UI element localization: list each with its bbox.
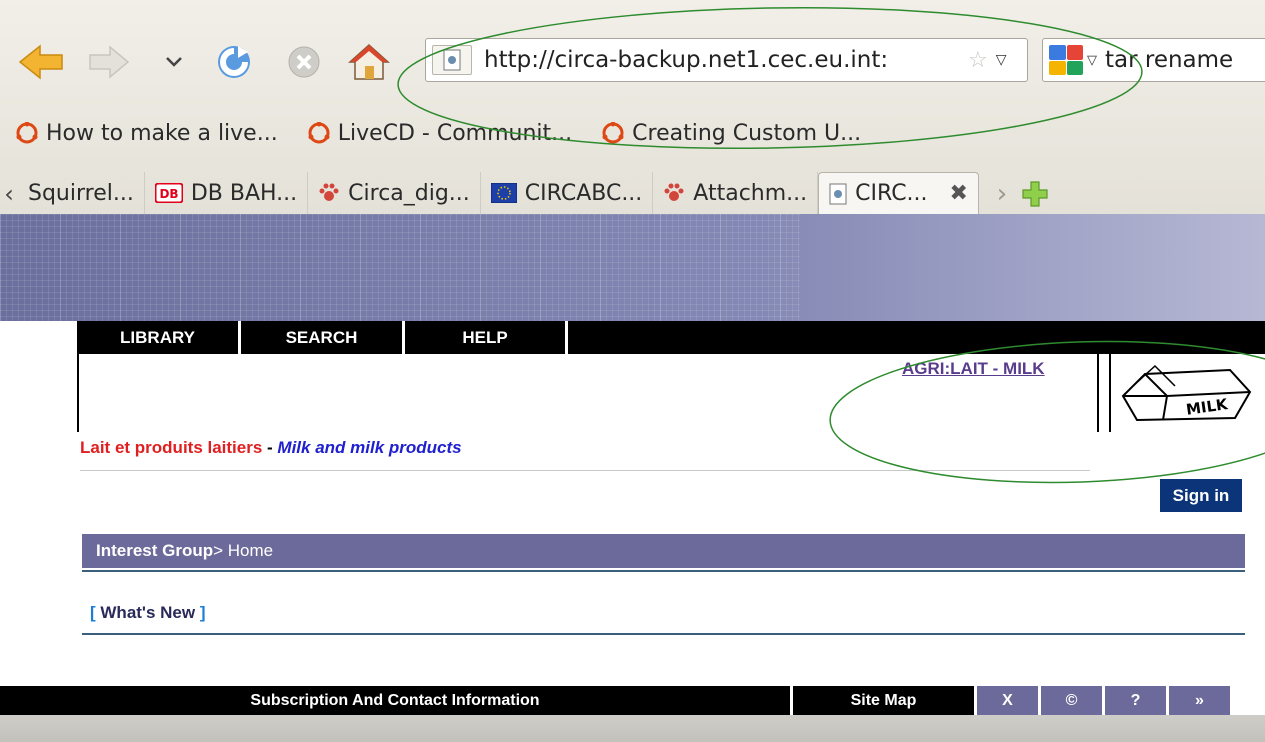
ubuntu-icon [308, 122, 330, 144]
eu-flag-icon [490, 183, 517, 203]
stop-icon [288, 46, 320, 78]
page-icon [443, 49, 461, 71]
bracket-open: [ [90, 603, 101, 622]
google-engine-icon[interactable] [1049, 45, 1083, 75]
logo-box: MILK [1097, 354, 1265, 432]
title-english: Milk and milk products [277, 438, 462, 457]
help-button[interactable]: ? [1105, 686, 1169, 715]
site-map-link[interactable]: Site Map [793, 686, 977, 715]
bookmark-item[interactable]: How to make a live... [16, 121, 278, 146]
divider [80, 470, 1090, 471]
chevron-left-icon[interactable]: ‹ [0, 174, 18, 214]
bookmark-star-icon[interactable]: ☆ [968, 48, 988, 73]
chevron-right-icon[interactable]: › [987, 174, 1017, 214]
sign-in-button[interactable]: Sign in [1160, 479, 1242, 512]
ubuntu-icon [602, 122, 624, 144]
banner-grid-lines [0, 214, 800, 321]
address-bar[interactable]: http://circa-backup.net1.cec.eu.int: ☆ ▽ [425, 38, 1028, 82]
engine-dropdown-icon[interactable]: ▽ [1087, 53, 1097, 68]
tab[interactable]: Attachm... [653, 172, 819, 214]
group-title: Lait et produits laitiers - Milk and mil… [80, 438, 462, 458]
tab-label: CIRC... [855, 181, 928, 206]
chevron-down-icon [166, 57, 182, 67]
tab-label: Squirrel... [28, 180, 134, 206]
logo-divider [1109, 354, 1111, 432]
paw-icon [318, 182, 340, 204]
plus-icon [1022, 181, 1048, 207]
divider [82, 633, 1245, 635]
tab-strip: ‹ Squirrel... DB DB BAH... Circa_dig... [0, 166, 1265, 214]
stop-button[interactable] [284, 42, 324, 82]
db-icon: DB [154, 183, 183, 203]
site-menu-bar: LIBRARY SEARCH HELP [77, 321, 1265, 354]
search-bar[interactable]: ▽ tar rename [1042, 38, 1265, 82]
back-button[interactable] [16, 42, 68, 82]
reload-button[interactable] [212, 42, 256, 82]
forward-button[interactable] [86, 42, 132, 82]
bookmarks-toolbar: How to make a live... LiveCD - Communit.… [0, 108, 1265, 158]
whats-new-link[interactable]: [ What's New ] [90, 603, 206, 623]
screenshot-root: http://circa-backup.net1.cec.eu.int: ☆ ▽… [0, 0, 1265, 742]
title-french: Lait et produits laitiers [80, 438, 263, 457]
new-tab-button[interactable] [1017, 174, 1053, 214]
title-separator: - [262, 438, 278, 457]
url-dropdown-icon[interactable]: ▽ [996, 52, 1007, 68]
ubuntu-icon [16, 122, 38, 144]
breadcrumb-home: > Home [213, 541, 274, 560]
close-footer-button[interactable]: X [977, 686, 1041, 715]
tab-label: CIRCABC... [524, 180, 643, 206]
browser-chrome: http://circa-backup.net1.cec.eu.int: ☆ ▽… [0, 0, 1265, 214]
menu-library[interactable]: LIBRARY [77, 321, 241, 354]
bookmark-item[interactable]: Creating Custom U... [602, 121, 861, 146]
close-icon[interactable]: ✖ [950, 181, 968, 206]
bookmark-label: Creating Custom U... [632, 120, 862, 146]
subscription-contact-link[interactable]: Subscription And Contact Information [0, 686, 793, 715]
bookmark-label: How to make a live... [46, 120, 278, 146]
milk-carton-logo: MILK [1121, 364, 1252, 422]
tab-active[interactable]: CIRC... ✖ [818, 172, 979, 214]
breadcrumb: Interest Group > Home [82, 534, 1245, 568]
divider [82, 570, 1245, 572]
forward-arrow-icon [89, 45, 130, 79]
tab[interactable]: Circa_dig... [308, 172, 481, 214]
tab[interactable]: DB DB BAH... [145, 172, 309, 214]
copyright-button[interactable]: © [1041, 686, 1105, 715]
svg-text:DB: DB [159, 187, 178, 201]
bookmark-item[interactable]: LiveCD - Communit... [308, 121, 572, 146]
navigation-toolbar: http://circa-backup.net1.cec.eu.int: ☆ ▽… [0, 30, 1265, 94]
footer-bar: Subscription And Contact Information Sit… [0, 686, 1265, 715]
home-icon [348, 43, 390, 80]
back-arrow-icon [18, 44, 63, 80]
tab-label: DB BAH... [190, 180, 298, 206]
site-identity-button[interactable] [432, 45, 472, 75]
page-icon [829, 183, 847, 205]
status-bar [0, 715, 1265, 742]
menu-search[interactable]: SEARCH [241, 321, 405, 354]
bookmark-label: LiveCD - Communit... [337, 120, 573, 146]
paw-icon [663, 182, 685, 204]
history-dropdown-button[interactable] [160, 42, 188, 82]
whats-new-label: What's New [100, 603, 196, 622]
home-button[interactable] [346, 42, 392, 82]
url-text[interactable]: http://circa-backup.net1.cec.eu.int: [484, 47, 964, 73]
tab[interactable]: CIRCABC... [481, 172, 654, 214]
site-banner [0, 214, 1265, 321]
tab-label: Attachm... [693, 180, 808, 206]
breadcrumb-interest-group[interactable]: Interest Group [96, 541, 213, 561]
menu-help[interactable]: HELP [405, 321, 568, 354]
more-button[interactable]: » [1169, 686, 1233, 715]
group-code-link[interactable]: AGRI:LAIT - MILK [902, 359, 1045, 379]
bracket-close: ] [195, 603, 206, 622]
search-input[interactable]: tar rename [1105, 47, 1265, 73]
tab[interactable]: Squirrel... [18, 172, 145, 214]
reload-icon [218, 46, 250, 78]
tab-label: Circa_dig... [348, 180, 470, 206]
